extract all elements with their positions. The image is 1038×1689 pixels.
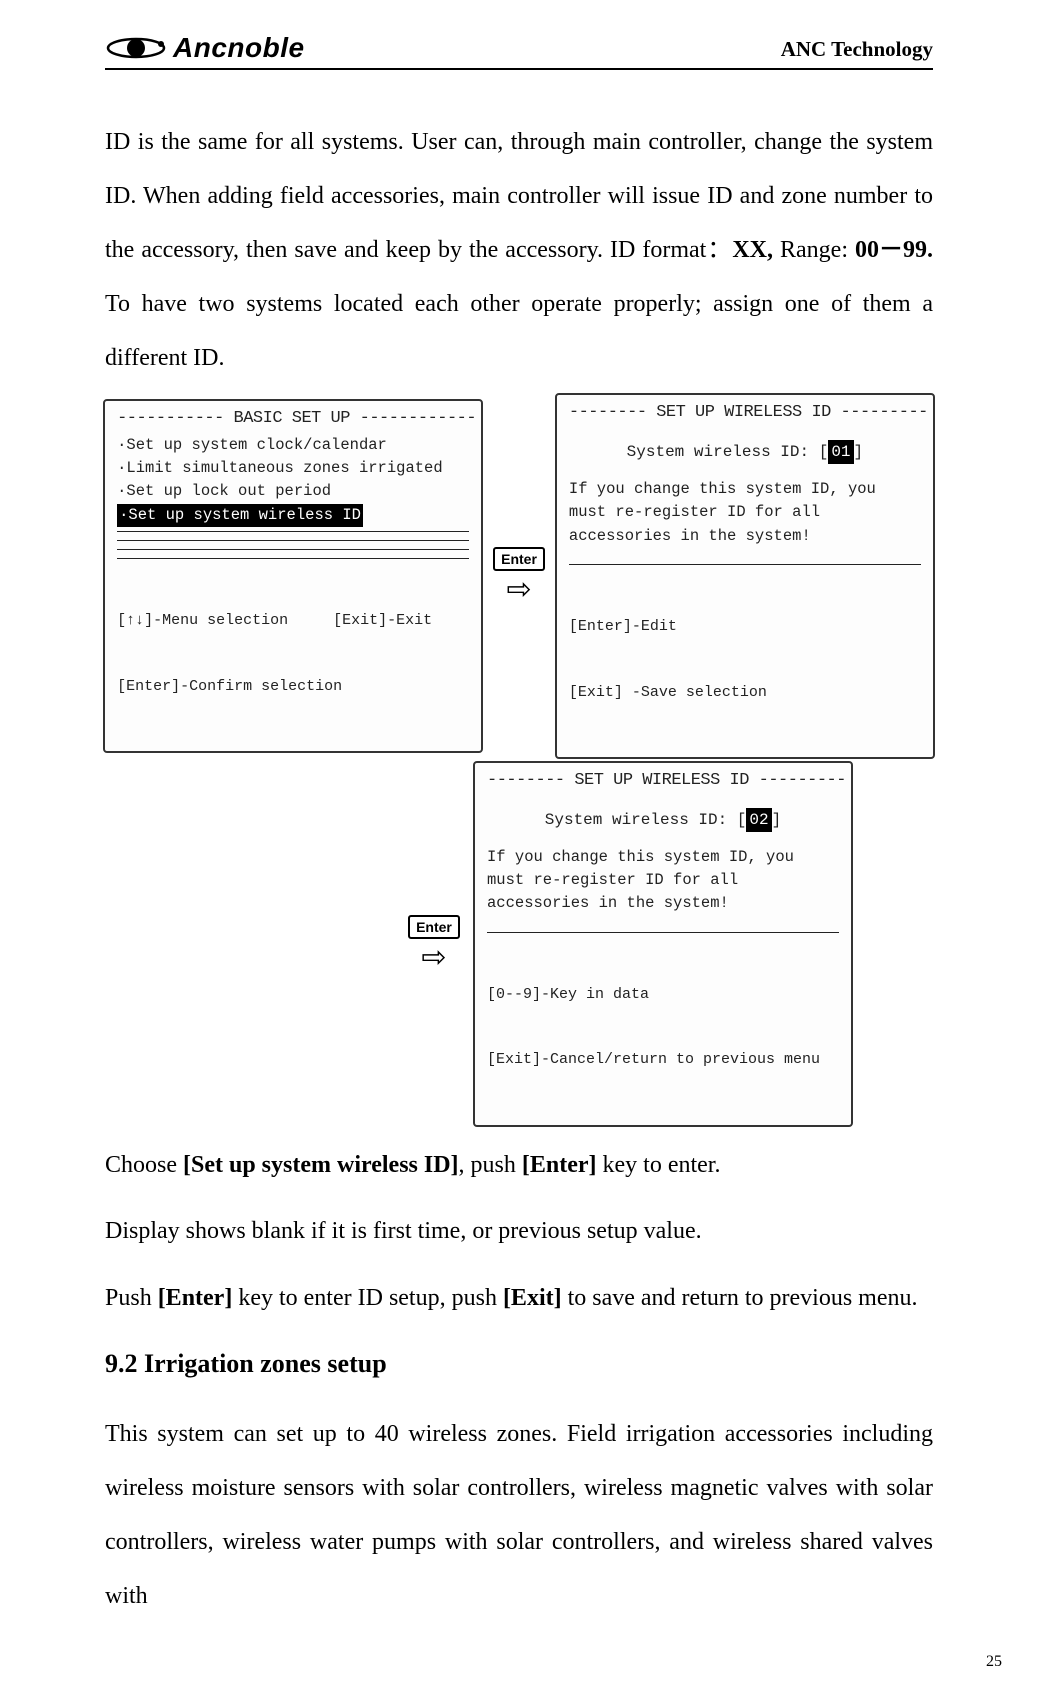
- divider-dotted: [117, 549, 469, 550]
- logo-orbit-icon: [105, 30, 167, 66]
- screen2-hints: [Enter]-Edit [Exit] -Save selection: [569, 573, 921, 747]
- screen3-title: -------- SET UP WIRELESS ID ---------: [487, 771, 839, 790]
- menu-item-wireless-id: ·Set up system wireless ID: [117, 504, 363, 527]
- instr3-pre: Push: [105, 1285, 158, 1311]
- divider-dotted: [117, 531, 469, 532]
- screen3-id-line: System wireless ID: [02]: [487, 808, 839, 832]
- menu-item-clock: ·Set up system clock/calendar: [117, 434, 469, 457]
- instr1-post: key to enter.: [597, 1152, 721, 1178]
- instr1-pre: Choose: [105, 1152, 183, 1178]
- figure-row-2: Enter ⇨ -------- SET UP WIRELESS ID ----…: [105, 761, 933, 1127]
- divider-dotted: [117, 540, 469, 541]
- screen1-title: ----------- BASIC SET UP ------------: [117, 409, 469, 428]
- arrow-right-icon: ⇨: [421, 943, 446, 973]
- screen2-id-label: System wireless ID: [: [627, 443, 829, 461]
- intro-post: To have two systems located each other o…: [105, 291, 933, 371]
- logo-text: Ancnoble: [173, 32, 305, 64]
- divider-solid: [487, 932, 839, 933]
- divider-solid: [117, 558, 469, 559]
- instruction-line-3: Push [Enter] key to enter ID setup, push…: [105, 1278, 933, 1319]
- menu-item-lockout: ·Set up lock out period: [117, 480, 469, 503]
- instr1-mid: , push: [459, 1152, 522, 1178]
- figure-row-1: ----------- BASIC SET UP ------------ ·S…: [105, 393, 933, 759]
- instr3-post: to save and return to previous menu.: [562, 1285, 918, 1311]
- screen2-id-line: System wireless ID: [01]: [569, 440, 921, 464]
- instr1-b2: [Enter]: [522, 1152, 597, 1178]
- screen3-id-value: 02: [746, 808, 771, 832]
- instruction-line-1: Choose [Set up system wireless ID], push…: [105, 1145, 933, 1186]
- screen-wireless-id-view: -------- SET UP WIRELESS ID --------- Sy…: [555, 393, 935, 759]
- instruction-line-2: Display shows blank if it is first time,…: [105, 1211, 933, 1252]
- divider-solid: [569, 564, 921, 565]
- screen2-id-value: 01: [828, 440, 853, 464]
- screen2-hint-2: [Exit] -Save selection: [569, 682, 921, 704]
- screen1-hints: [↑↓]-Menu selection [Exit]-Exit [Enter]-…: [117, 567, 469, 741]
- page-header: Ancnoble ANC Technology: [105, 30, 933, 70]
- screen2-body: System wireless ID: [01] If you change t…: [569, 440, 921, 548]
- screen3-hints: [0--9]-Key in data [Exit]-Cancel/return …: [487, 941, 839, 1115]
- screen1-hint-2: [Enter]-Confirm selection: [117, 676, 469, 698]
- section-9-2-body: This system can set up to 40 wireless zo…: [105, 1407, 933, 1623]
- screen3-body: System wireless ID: [02] If you change t…: [487, 808, 839, 916]
- screen2-warning: If you change this system ID, you must r…: [569, 478, 921, 548]
- screen3-warning: If you change this system ID, you must r…: [487, 846, 839, 916]
- arrow-right-icon: ⇨: [506, 575, 531, 605]
- page-number: 25: [986, 1653, 1002, 1671]
- enter-arrow-2: Enter ⇨: [405, 915, 463, 973]
- logo: Ancnoble: [105, 30, 305, 66]
- enter-key-icon: Enter: [408, 915, 460, 939]
- screen3-hint-2: [Exit]-Cancel/return to previous menu: [487, 1049, 839, 1071]
- instr3-b1: [Enter]: [158, 1285, 233, 1311]
- screen-basic-setup: ----------- BASIC SET UP ------------ ·S…: [103, 399, 483, 753]
- instr3-b2: [Exit]: [503, 1285, 562, 1311]
- screen3-id-label: System wireless ID: [: [545, 811, 747, 829]
- section-heading-9-2: 9.2 Irrigation zones setup: [105, 1349, 933, 1379]
- intro-mid: Range:: [773, 237, 855, 263]
- company-name: ANC Technology: [781, 37, 933, 66]
- intro-paragraph: ID is the same for all systems. User can…: [105, 115, 933, 385]
- screen3-hint-1: [0--9]-Key in data: [487, 984, 839, 1006]
- instr1-b1: [Set up system wireless ID]: [183, 1152, 459, 1178]
- menu-item-limit: ·Limit simultaneous zones irrigated: [117, 457, 469, 480]
- screen1-menu: ·Set up system clock/calendar ·Limit sim…: [117, 434, 469, 527]
- screen2-title: -------- SET UP WIRELESS ID ---------: [569, 403, 921, 422]
- enter-arrow-1: Enter ⇨: [493, 547, 545, 605]
- screen2-hint-1: [Enter]-Edit: [569, 616, 921, 638]
- intro-bold-1: XX,: [732, 237, 773, 263]
- instr3-mid: key to enter ID setup, push: [232, 1285, 503, 1311]
- screen3-id-close: ]: [772, 811, 782, 829]
- screen1-hint-1: [↑↓]-Menu selection [Exit]-Exit: [117, 610, 469, 632]
- screen2-id-close: ]: [854, 443, 864, 461]
- screen-wireless-id-edit: -------- SET UP WIRELESS ID --------- Sy…: [473, 761, 853, 1127]
- intro-bold-2: 00－99.: [855, 237, 933, 263]
- enter-key-icon: Enter: [493, 547, 545, 571]
